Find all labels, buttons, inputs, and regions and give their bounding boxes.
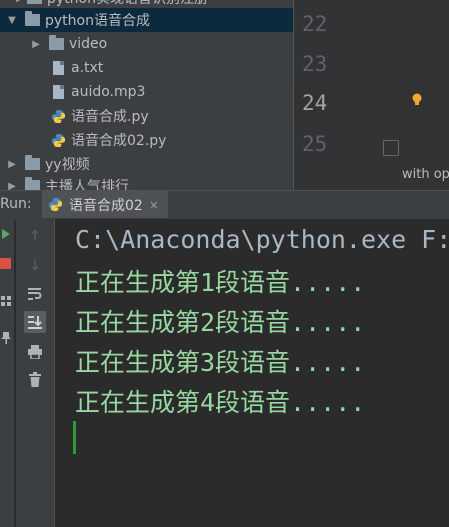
pin-icon[interactable]: [0, 331, 12, 345]
tree-item-a-txt[interactable]: a.txt: [0, 56, 293, 80]
run-label: Run:: [0, 196, 32, 212]
tree-item-label: a.txt: [71, 60, 104, 76]
run-toolbar: Run: 语音合成02 ×: [0, 190, 449, 220]
folder-icon: [24, 155, 40, 172]
tree-item-anchor-ranking[interactable]: ▶ 主播人气排行: [0, 174, 293, 190]
chevron-right-icon[interactable]: ▶: [14, 0, 26, 4]
console-output-line: 正在生成第4段语音.....: [75, 388, 366, 417]
line-number: 25: [302, 132, 328, 156]
tree-item-video[interactable]: ▶ video: [0, 32, 293, 56]
python-file-icon: [48, 197, 63, 212]
run-tab[interactable]: 语音合成02 ×: [42, 191, 168, 218]
audio-file-icon: [50, 84, 66, 100]
trash-icon[interactable]: [24, 369, 46, 391]
folder-icon: [26, 0, 42, 6]
lightbulb-icon[interactable]: [411, 93, 423, 106]
chevron-down-icon[interactable]: ▼: [6, 15, 18, 26]
tree-item-label: 语音合成.py: [71, 109, 149, 125]
tree-item-script-2[interactable]: 语音合成02.py: [0, 128, 293, 152]
folder-icon: [24, 177, 40, 190]
text-caret: [73, 421, 76, 454]
line-number: 23: [302, 52, 328, 76]
run-console-toolbar: ↑ ↓: [16, 219, 55, 527]
chevron-right-icon[interactable]: ▶: [6, 159, 18, 170]
tree-item-label: yy视频: [45, 157, 90, 173]
console-command-line: C:\Anaconda\python.exe F:/: [75, 225, 449, 254]
project-tree: ▶ python实现语音识别注册 ▼ python语音合成 ▶ video a.…: [0, 0, 293, 190]
folder-icon: [24, 11, 40, 28]
layout-icon[interactable]: [0, 295, 12, 307]
fold-icon[interactable]: [383, 140, 399, 156]
soft-wrap-icon[interactable]: [24, 283, 46, 305]
tree-item-label: 语音合成02.py: [71, 133, 167, 149]
console-output-line: 正在生成第3段语音.....: [75, 348, 366, 377]
tree-item-yy-video[interactable]: ▶ yy视频: [0, 152, 293, 176]
line-number: 24: [302, 91, 328, 115]
print-icon[interactable]: [24, 341, 46, 363]
tree-item-audio-mp3[interactable]: auido.mp3: [0, 80, 293, 104]
code-hint-text: with op: [402, 167, 449, 182]
tree-item-label: 主播人气排行: [45, 179, 129, 190]
down-arrow-icon[interactable]: ↓: [24, 254, 46, 276]
rerun-icon[interactable]: [0, 227, 12, 241]
text-file-icon: [50, 60, 66, 76]
tree-item-label: video: [69, 36, 108, 52]
python-file-icon: [50, 132, 66, 148]
tree-item-label: python语音合成: [45, 13, 150, 29]
tree-item-script-1[interactable]: 语音合成.py: [0, 104, 293, 128]
console-output-line: 正在生成第2段语音.....: [75, 308, 366, 337]
run-tab-label: 语音合成02: [69, 197, 143, 214]
chevron-right-icon[interactable]: ▶: [6, 181, 18, 191]
scroll-to-end-icon[interactable]: [24, 311, 46, 333]
editor-gutter: 22 23 24 25 with op: [293, 0, 449, 190]
up-arrow-icon[interactable]: ↑: [24, 225, 46, 247]
tree-item-speech-synthesis[interactable]: ▼ python语音合成: [0, 8, 293, 32]
tree-item-label: python实现语音识别注册: [47, 0, 208, 8]
folder-icon: [48, 35, 64, 52]
current-line-highlight: 24: [294, 84, 449, 124]
tree-item-label: auido.mp3: [71, 84, 146, 100]
console-output-line: 正在生成第1段语音.....: [75, 268, 366, 297]
run-left-toolbar: [0, 219, 15, 527]
stop-icon[interactable]: [0, 258, 11, 269]
line-number: 22: [302, 12, 328, 36]
close-icon[interactable]: ×: [149, 198, 159, 212]
chevron-right-icon[interactable]: ▶: [30, 39, 42, 50]
console-output[interactable]: C:\Anaconda\python.exe F:/ 正在生成第1段语音....…: [55, 219, 449, 527]
python-file-icon: [50, 108, 66, 124]
